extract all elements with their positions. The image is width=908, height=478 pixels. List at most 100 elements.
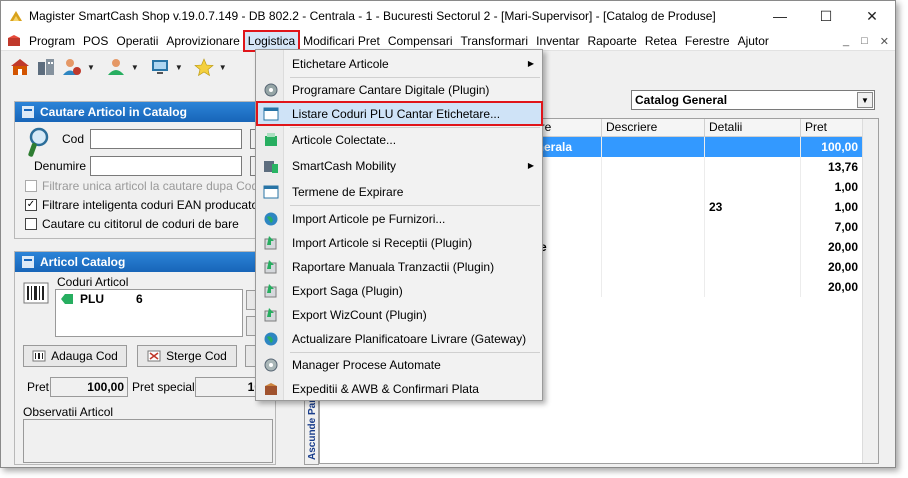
table-cell: 13,76 <box>801 157 863 177</box>
magnifier-icon <box>28 127 49 157</box>
submenu-arrow-icon: ▶ <box>527 161 534 170</box>
chevron-down-icon[interactable]: ▼ <box>175 63 183 72</box>
menu-inventar[interactable]: Inventar <box>532 31 583 51</box>
chevron-down-icon[interactable]: ▼ <box>857 92 873 108</box>
calendar-icon <box>263 184 279 200</box>
submenu-arrow-icon: ▶ <box>527 59 534 68</box>
table-cell <box>705 157 801 177</box>
table-cell <box>705 137 801 157</box>
mdi-child-icon[interactable] <box>7 34 21 48</box>
list-item[interactable]: PLU 6 <box>56 290 242 308</box>
mdi-minimize-button[interactable]: _ <box>843 35 849 47</box>
mdi-restore-button[interactable]: □ <box>861 35 868 47</box>
export-icon <box>263 307 279 323</box>
barcode-reader-checkbox[interactable]: Cautare cu cititorul de coduri de bare <box>25 217 239 231</box>
menu-bar: Program POS Operatii Aprovizionare Logis… <box>1 29 895 52</box>
hide-panel-tab[interactable]: Ascunde Panou <box>304 384 319 465</box>
table-cell <box>602 137 705 157</box>
menu-item-import-furnizori[interactable]: Import Articole pe Furnizori... <box>257 207 542 230</box>
menu-item-smartcash-mobility[interactable]: SmartCash Mobility ▶ <box>257 154 542 177</box>
menu-operatii[interactable]: Operatii <box>112 31 162 51</box>
column-header[interactable]: Descriere <box>602 119 705 136</box>
menu-compensari[interactable]: Compensari <box>384 31 457 51</box>
article-panel-title: Articol Catalog <box>40 255 126 269</box>
star-tools-icon[interactable] <box>193 56 215 78</box>
menu-ajutor[interactable]: Ajutor <box>734 31 773 51</box>
package-icon <box>263 381 279 397</box>
codes-label: Coduri Articol <box>57 275 129 289</box>
table-cell <box>602 237 705 257</box>
menu-item-actualizare-planificatoare[interactable]: Actualizare Planificatoare Livrare (Gate… <box>257 327 542 350</box>
menu-logistica[interactable]: Logistica <box>242 29 301 52</box>
table-cell: 20,00 <box>801 257 863 277</box>
cod-label: Cod <box>62 132 85 146</box>
add-code-button[interactable]: Adauga Cod <box>23 345 127 367</box>
globe-icon <box>263 331 279 347</box>
filter-unique-checkbox[interactable]: Filtrare unica articol la cautare dupa C… <box>25 179 258 193</box>
menu-item-expeditii-awb[interactable]: Expeditii & AWB & Confirmari Plata <box>257 377 542 400</box>
app-logo-icon <box>10 11 22 21</box>
maximize-button[interactable]: ☐ <box>803 1 849 31</box>
menu-item-listare-coduri-plu[interactable]: Listare Coduri PLU Cantar Etichetare... <box>256 101 543 126</box>
menu-item-etichetare-articole[interactable]: Etichetare Articole ▶ <box>257 52 542 75</box>
table-cell <box>602 157 705 177</box>
filter-ean-checkbox[interactable]: ✓ Filtrare inteligenta coduri EAN produca… <box>25 198 262 212</box>
column-header[interactable]: Pret <box>801 119 863 136</box>
menu-item-export-wizcount[interactable]: Export WizCount (Plugin) <box>257 303 542 326</box>
article-panel-header: Articol Catalog <box>15 252 275 272</box>
menu-program[interactable]: Program <box>25 31 79 51</box>
check-icon: ✓ <box>25 199 37 211</box>
menu-ferestre[interactable]: Ferestre <box>681 31 734 51</box>
chevron-down-icon[interactable]: ▼ <box>219 63 227 72</box>
menu-item-articole-colectate[interactable]: Articole Colectate... <box>257 128 542 151</box>
grid-scrollbar[interactable] <box>862 119 878 463</box>
minimize-button[interactable]: — <box>757 1 803 31</box>
observatii-label: Observatii Articol <box>23 405 114 419</box>
codes-list[interactable]: PLU 6 <box>55 289 243 337</box>
menu-item-manager-procese[interactable]: Manager Procese Automate <box>257 353 542 376</box>
chevron-down-icon[interactable]: ▼ <box>131 63 139 72</box>
menu-rapoarte[interactable]: Rapoarte <box>583 31 640 51</box>
column-header[interactable]: Detalii <box>705 119 801 136</box>
chevron-down-icon[interactable]: ▼ <box>87 63 95 72</box>
table-cell <box>602 177 705 197</box>
table-cell: 100,00 <box>801 137 863 157</box>
pret-field: 100,00 <box>50 377 128 397</box>
search-panel-header: Cautare Articol in Catalog <box>15 102 275 122</box>
report-icon <box>263 259 279 275</box>
globe-icon <box>263 211 279 227</box>
menu-item-termene-expirare[interactable]: Termene de Expirare <box>257 180 542 203</box>
denumire-input[interactable] <box>90 156 242 176</box>
mdi-close-button[interactable]: ✕ <box>880 35 889 48</box>
scale-gear-icon <box>263 82 279 98</box>
denumire-label: Denumire <box>34 159 87 173</box>
pret-label: Pret <box>27 380 50 394</box>
delete-code-button[interactable]: Sterge Cod <box>137 345 237 367</box>
monitor-icon[interactable] <box>149 56 171 78</box>
building-icon[interactable] <box>35 56 57 78</box>
catalog-select[interactable]: Catalog General ▼ <box>631 90 875 110</box>
close-button[interactable]: ✕ <box>849 1 895 31</box>
gear-icon <box>263 357 279 373</box>
table-cell: 20,00 <box>801 237 863 257</box>
title-bar: Magister SmartCash Shop v.19.0.7.149 - D… <box>1 1 895 31</box>
menu-aprovizionare[interactable]: Aprovizionare <box>162 31 243 51</box>
article-catalog-panel: Articol Catalog Coduri Articol PLU 6 Ada… <box>14 251 276 465</box>
menu-item-export-saga[interactable]: Export Saga (Plugin) <box>257 279 542 302</box>
observatii-textarea[interactable] <box>23 419 273 463</box>
table-cell <box>602 257 705 277</box>
menu-modificari-pret[interactable]: Modificari Pret <box>299 31 384 51</box>
menu-item-raportare-tranzactii[interactable]: Raportare Manuala Tranzactii (Plugin) <box>257 255 542 278</box>
table-cell: 1,00 <box>801 197 863 217</box>
user-settings-icon[interactable] <box>61 56 83 78</box>
shop-icon[interactable] <box>9 56 31 78</box>
pret-special-label: Pret special <box>132 380 195 394</box>
list-window-icon <box>263 106 279 122</box>
menu-item-import-receptii[interactable]: Import Articole si Receptii (Plugin) <box>257 231 542 254</box>
menu-item-programare-cantare[interactable]: Programare Cantare Digitale (Plugin) <box>257 78 542 101</box>
menu-pos[interactable]: POS <box>79 31 112 51</box>
menu-transformari[interactable]: Transformari <box>457 31 533 51</box>
user-icon[interactable] <box>105 56 127 78</box>
cod-input[interactable] <box>90 129 242 149</box>
menu-retea[interactable]: Retea <box>641 31 681 51</box>
